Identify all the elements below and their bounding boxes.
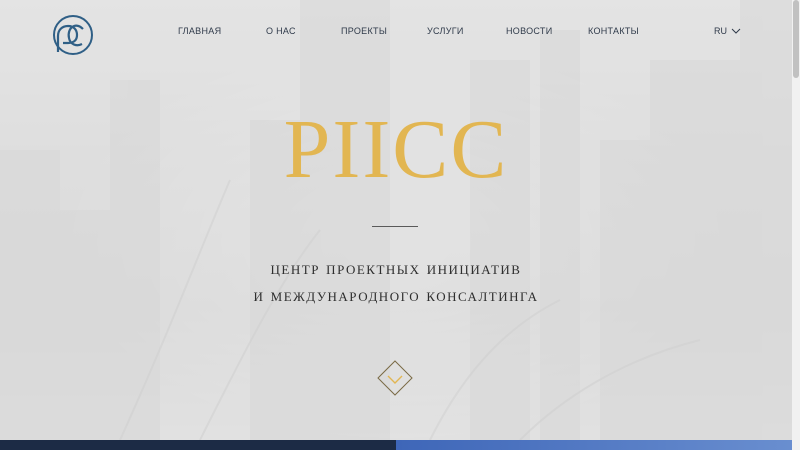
- hero-subtitle-line1: Центр проектных инициатив: [270, 258, 522, 279]
- diamond-chevron-down-icon: [377, 360, 413, 396]
- scrollbar-thumb[interactable]: [793, 0, 799, 78]
- main-nav: ГЛАВНАЯ О НАС ПРОЕКТЫ УСЛУГИ НОВОСТИ КОН…: [0, 26, 792, 46]
- nav-item-services[interactable]: УСЛУГИ: [427, 26, 464, 36]
- hero-divider: [372, 226, 418, 227]
- scroll-down-button[interactable]: [376, 359, 414, 397]
- bottom-band-dark: [0, 440, 396, 450]
- nav-item-contacts[interactable]: КОНТАКТЫ: [588, 26, 639, 36]
- nav-item-projects[interactable]: ПРОЕКТЫ: [341, 26, 387, 36]
- bottom-band-blue: [396, 440, 800, 450]
- nav-item-home[interactable]: ГЛАВНАЯ: [178, 26, 221, 36]
- nav-item-news[interactable]: НОВОСТИ: [506, 26, 552, 36]
- hero-subtitle-line2: и международного консалтинга: [253, 285, 539, 306]
- hero-title: PIICC: [283, 103, 509, 196]
- page-scrollbar[interactable]: [792, 0, 800, 450]
- language-label: RU: [714, 26, 727, 36]
- language-selector[interactable]: RU: [714, 26, 741, 36]
- chevron-down-icon: [731, 28, 741, 34]
- nav-item-about[interactable]: О НАС: [266, 26, 296, 36]
